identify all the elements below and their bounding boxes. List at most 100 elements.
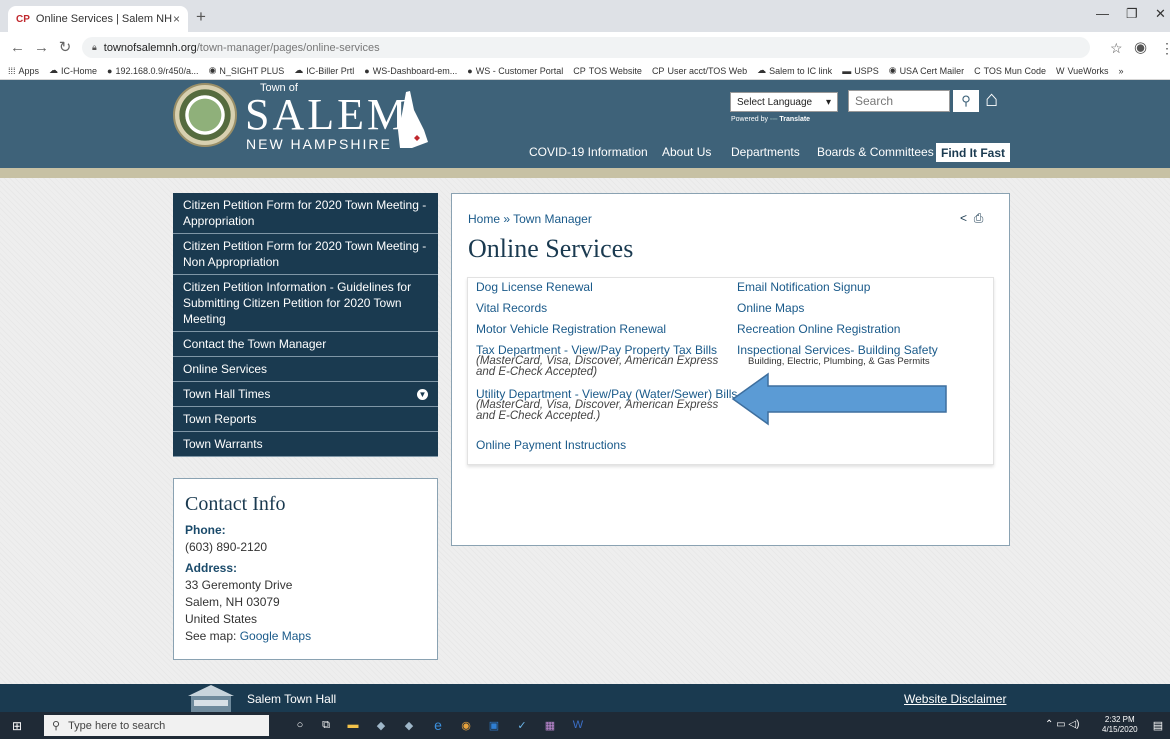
sidebar-item-town-hall-times[interactable]: Town Hall Times ▼ <box>173 382 438 407</box>
sidebar-item-town-reports[interactable]: Town Reports <box>173 407 438 432</box>
forward-icon[interactable]: → <box>34 39 49 56</box>
restore-icon[interactable]: ❐ <box>1126 6 1138 22</box>
website-disclaimer-link[interactable]: Website Disclaimer <box>904 692 1006 706</box>
taskbar-search-placeholder: Type here to search <box>68 719 166 732</box>
bookmark-item[interactable]: ◉ USA Cert Mailer <box>889 65 964 76</box>
language-select[interactable]: Select Language ▾ <box>730 92 838 112</box>
logo-new-hampshire: NEW HAMPSHIRE <box>246 136 392 152</box>
payment-instructions-link[interactable]: Online Payment Instructions <box>476 439 626 452</box>
address-city: Salem, NH 03079 <box>185 595 280 609</box>
outlook-icon[interactable]: ▣ <box>486 717 502 733</box>
back-icon[interactable]: ← <box>10 39 25 56</box>
taskbar-clock[interactable]: 2:32 PM 4/15/2020 <box>1102 715 1138 735</box>
app-icon[interactable]: ◆ <box>373 717 389 733</box>
bookmark-item[interactable]: ☁ IC-Biller Prtl <box>294 65 354 76</box>
minimize-icon[interactable]: — <box>1096 6 1109 21</box>
usps-icon: ▬ <box>842 65 852 76</box>
taskbar-search-input[interactable]: ⚲ Type here to search <box>44 715 269 736</box>
share-icon[interactable]: < <box>960 211 967 225</box>
lock-icon: 🔒︎ <box>92 42 97 52</box>
apps-icon: ⁞⁞⁞ <box>8 65 16 76</box>
nav-covid[interactable]: COVID-19 Information <box>529 145 648 159</box>
email-notification-link[interactable]: Email Notification Signup <box>737 281 870 294</box>
chrome-icon[interactable]: ◉ <box>458 717 474 733</box>
bookmark-item[interactable]: ▬ USPS <box>842 66 879 76</box>
star-icon[interactable]: ☆ <box>1110 40 1123 57</box>
sidebar-item-petition-information[interactable]: Citizen Petition Information - Guideline… <box>173 275 438 332</box>
bookmark-label: TOS Mun Code <box>983 65 1046 76</box>
chevron-down-icon[interactable]: ▼ <box>417 389 428 400</box>
dog-license-link[interactable]: Dog License Renewal <box>476 281 593 294</box>
bookmark-item[interactable]: CP User acct/TOS Web <box>652 66 747 76</box>
footer-title: Salem Town Hall <box>247 692 337 706</box>
bookmark-item[interactable]: ☁ IC-Home <box>49 65 97 76</box>
task-view-icon[interactable]: ⧉ <box>318 717 334 733</box>
nav-about-us[interactable]: About Us <box>662 145 711 159</box>
town-hall-icon <box>188 685 234 712</box>
notifications-icon[interactable]: ▤ <box>1150 717 1166 733</box>
breadcrumb[interactable]: Home » Town Manager <box>468 212 592 226</box>
bookmark-label: VueWorks <box>1067 65 1109 76</box>
bookmark-item[interactable]: » <box>1118 66 1126 76</box>
site-search-input[interactable]: Search <box>848 90 950 112</box>
cortana-icon[interactable]: ○ <box>292 717 308 733</box>
print-icon[interactable]: ⎙ <box>974 211 984 225</box>
bookmark-label: TOS Website <box>588 65 642 76</box>
motor-vehicle-link[interactable]: Motor Vehicle Registration Renewal <box>476 323 666 336</box>
search-button[interactable]: ⚲ <box>953 90 979 112</box>
bookmark-item[interactable]: W VueWorks <box>1056 66 1109 76</box>
sidebar-item-town-warrants[interactable]: Town Warrants <box>173 432 438 457</box>
bookmark-item[interactable]: ● 192.168.0.9/r450/a... <box>107 66 199 76</box>
bookmark-item[interactable]: ● WS - Customer Portal <box>467 66 563 76</box>
windows-start-icon[interactable]: ⊞ <box>12 719 22 733</box>
profile-icon[interactable]: ◉ <box>1134 38 1147 56</box>
tax-note-line2: and E-Check Accepted) <box>476 366 598 378</box>
find-it-fast-button[interactable]: Find It Fast <box>936 143 1010 162</box>
edge-icon[interactable]: e <box>430 717 446 733</box>
bookmark-item[interactable]: ● WS-Dashboard-em... <box>364 66 457 76</box>
google-maps-link[interactable]: Google Maps <box>240 629 311 643</box>
address-country: United States <box>185 612 258 626</box>
vital-records-link[interactable]: Vital Records <box>476 302 547 315</box>
bookmark-item[interactable]: C TOS Mun Code <box>974 66 1046 76</box>
bookmark-item[interactable]: ⁞⁞⁞ Apps <box>8 66 39 76</box>
address-label: Address: <box>185 561 238 575</box>
bookmark-item[interactable]: ◉ N_SIGHT PLUS <box>209 65 285 76</box>
pointer-arrow-icon <box>731 372 947 426</box>
word-icon[interactable]: W <box>570 717 586 733</box>
sidebar-item-online-services[interactable]: Online Services <box>173 357 438 382</box>
home-icon[interactable]: ⌂ <box>985 86 998 112</box>
bookmarks-bar: ⁞⁞⁞ Apps ☁ IC-Home ● 192.168.0.9/r450/a... ◉ N_… <box>0 62 1170 80</box>
app-icon[interactable]: ✓ <box>514 717 530 733</box>
app-icon[interactable]: ▦ <box>542 717 558 733</box>
bookmark-item[interactable]: ☁ Salem to IC link <box>757 65 832 76</box>
close-window-icon[interactable]: ✕ <box>1155 6 1166 22</box>
file-explorer-icon[interactable]: ▬ <box>345 717 361 733</box>
reload-icon[interactable]: ↻ <box>58 38 72 56</box>
app-icon[interactable]: ◆ <box>401 717 417 733</box>
town-seal-icon[interactable] <box>173 83 237 147</box>
online-maps-link[interactable]: Online Maps <box>737 302 804 315</box>
address-street: 33 Geremonty Drive <box>185 578 293 592</box>
sidebar-item-petition-appropriation[interactable]: Citizen Petition Form for 2020 Town Meet… <box>173 193 438 234</box>
new-tab-button[interactable]: + <box>196 7 206 27</box>
inspectional-services-subtitle: Building, Electric, Plumbing, & Gas Perm… <box>748 356 930 367</box>
recreation-registration-link[interactable]: Recreation Online Registration <box>737 323 900 336</box>
clock-date: 4/15/2020 <box>1102 725 1138 734</box>
browser-tab-active[interactable]: CP Online Services | Salem NH × <box>8 6 188 32</box>
nav-boards-committees[interactable]: Boards & Committees <box>817 145 934 159</box>
bookmark-label: 192.168.0.9/r450/a... <box>115 65 199 76</box>
site-footer: Salem Town Hall Website Disclaimer <box>0 684 1170 712</box>
bookmark-label: WS - Customer Portal <box>475 65 564 76</box>
c-icon: C <box>974 65 981 76</box>
menu-dots-icon[interactable]: ⋮ <box>1160 40 1170 57</box>
logo-salem[interactable]: SALEM <box>245 89 409 140</box>
system-tray-icons[interactable]: ⌃ ▭ ◁) <box>1045 719 1079 730</box>
address-bar[interactable]: 🔒︎ townofsalemnh.org/town-manager/pages/… <box>82 37 1090 58</box>
nav-departments[interactable]: Departments <box>731 145 800 159</box>
translate-label: Translate <box>779 116 811 123</box>
tab-close-icon[interactable]: × <box>173 12 180 26</box>
bookmark-item[interactable]: CP TOS Website <box>573 66 642 76</box>
sidebar-item-contact-town-manager[interactable]: Contact the Town Manager <box>173 332 438 357</box>
sidebar-item-petition-non-appropriation[interactable]: Citizen Petition Form for 2020 Town Meet… <box>173 234 438 275</box>
